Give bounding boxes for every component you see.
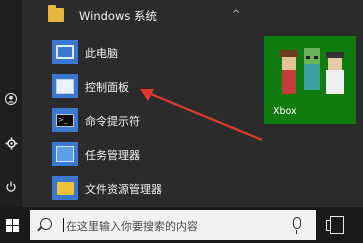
task-view-icon[interactable] [326, 216, 344, 234]
start-button[interactable] [0, 207, 24, 243]
microphone-icon[interactable] [293, 217, 301, 234]
taskbar-search-box[interactable]: 在这里输入你要搜索的内容 [30, 210, 316, 240]
search-icon [40, 218, 52, 230]
search-placeholder: 在这里输入你要搜索的内容 [66, 220, 198, 233]
windows-logo-icon [5, 218, 19, 232]
text-caret [63, 218, 64, 232]
